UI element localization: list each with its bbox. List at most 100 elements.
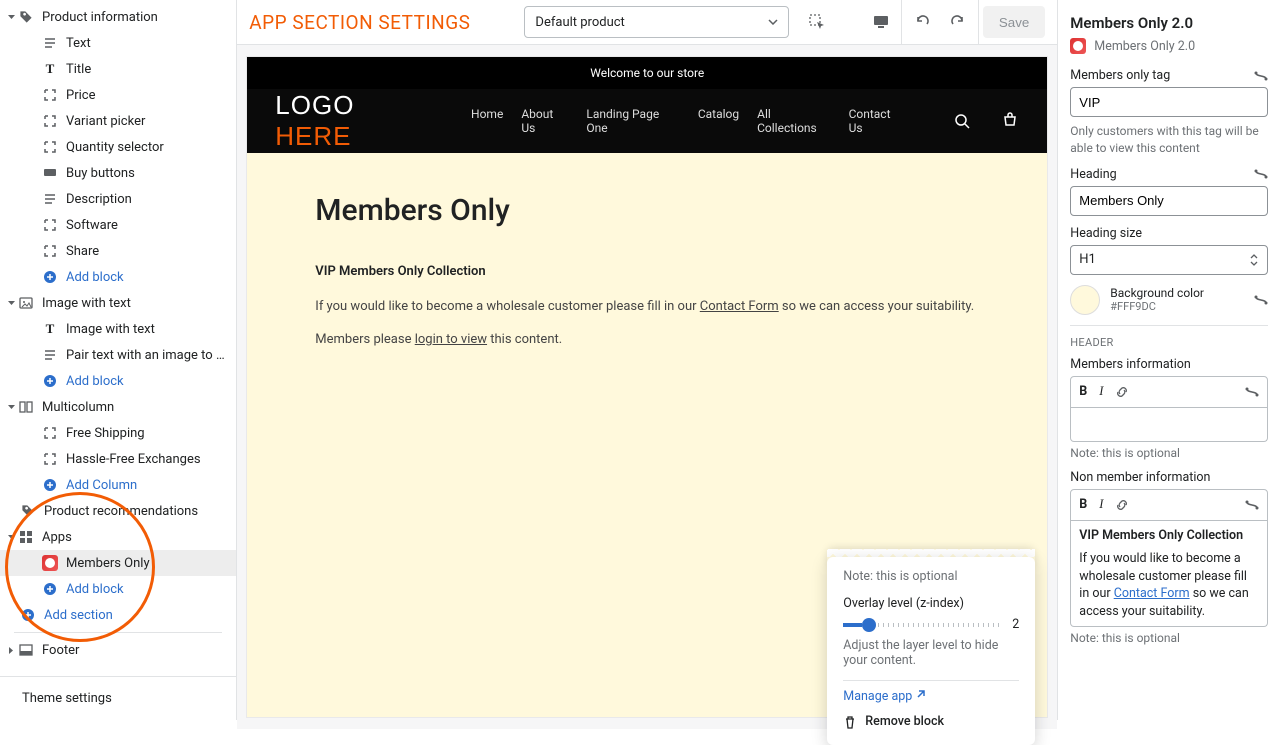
add-block-iwt[interactable]: Add block — [0, 368, 236, 394]
overlay-panel: Note: this is optional Overlay level (z-… — [827, 557, 1035, 745]
add-block-product[interactable]: Add block — [0, 264, 236, 290]
chevron-right-icon — [6, 645, 16, 655]
nav-link[interactable]: Home — [471, 107, 503, 135]
italic-button[interactable]: I — [1099, 384, 1103, 399]
right-panel: Members Only 2.0 Members Only 2.0 Member… — [1057, 0, 1280, 720]
title-icon: T — [42, 61, 58, 77]
nav-link[interactable]: Landing Page One — [586, 107, 679, 135]
tree-free-ship[interactable]: Free Shipping — [0, 420, 236, 446]
tree-desc[interactable]: Description — [0, 186, 236, 212]
chevron-down-icon — [6, 402, 16, 412]
desktop-icon[interactable] — [865, 6, 897, 38]
theme-settings[interactable]: Theme settings — [0, 676, 236, 720]
connect-icon[interactable] — [1254, 167, 1268, 181]
add-section[interactable]: Add section — [0, 602, 236, 628]
paragraph-2: Members please login to view this conten… — [315, 332, 979, 347]
plus-circle-icon — [42, 477, 58, 493]
nav-links: Home About Us Landing Page One Catalog A… — [471, 107, 905, 135]
members-info-label: Members information — [1070, 357, 1268, 372]
nonmember-editor[interactable]: VIP Members Only Collection If you would… — [1070, 521, 1268, 628]
topbar: APP SECTION SETTINGS Default product Sav… — [237, 0, 1057, 45]
manage-app-link[interactable]: Manage app — [843, 689, 1019, 704]
tree-image-with-text[interactable]: Image with text — [0, 290, 236, 316]
chevron-down-icon — [6, 12, 16, 22]
tree-buy[interactable]: Buy buttons — [0, 160, 236, 186]
contact-form-link[interactable]: Contact Form — [700, 299, 779, 314]
tag-input[interactable] — [1070, 87, 1268, 117]
block-icon — [42, 243, 58, 259]
cart-icon[interactable] — [1001, 112, 1019, 130]
nav-link[interactable]: All Collections — [757, 107, 830, 135]
nav-link[interactable]: Catalog — [698, 107, 739, 135]
tree-price[interactable]: Price — [0, 82, 236, 108]
text-icon — [42, 191, 58, 207]
product-select-label: Default product — [535, 15, 624, 30]
site-logo: LOGO HERE — [275, 90, 435, 152]
undo-icon[interactable] — [906, 6, 938, 38]
connect-icon[interactable] — [1254, 69, 1268, 83]
add-label: Add block — [66, 374, 124, 389]
announcement-bar: Welcome to our store — [247, 57, 1047, 89]
heading-size-select[interactable]: H1 — [1070, 245, 1268, 275]
tree-share[interactable]: Share — [0, 238, 236, 264]
overlay-slider[interactable] — [843, 623, 1002, 627]
app-icon — [1070, 38, 1086, 54]
tree-label: Variant picker — [66, 114, 145, 129]
add-label: Add Column — [66, 478, 137, 493]
search-icon[interactable] — [953, 112, 971, 130]
tree-product-information[interactable]: Product information — [0, 4, 236, 30]
tree-product-recs[interactable]: Product recommendations — [0, 498, 236, 524]
bold-button[interactable]: B — [1079, 497, 1087, 512]
block-icon — [42, 425, 58, 441]
tree-label: Buy buttons — [66, 166, 135, 181]
members-info-note: Note: this is optional — [1070, 446, 1268, 460]
link-button[interactable] — [1115, 498, 1129, 512]
hsize-label: Heading size — [1070, 226, 1142, 241]
tree-multicolumn[interactable]: Multicolumn — [0, 394, 236, 420]
members-info-editor[interactable] — [1070, 408, 1268, 442]
tree-software[interactable]: Software — [0, 212, 236, 238]
italic-button[interactable]: I — [1099, 497, 1103, 512]
nav-link[interactable]: Contact Us — [849, 107, 906, 135]
overlay-label: Overlay level (z-index) — [843, 596, 1019, 611]
connect-icon[interactable] — [1245, 498, 1259, 512]
tree-iwt-item[interactable]: TImage with text — [0, 316, 236, 342]
header-section-label: HEADER — [1070, 336, 1268, 349]
add-column[interactable]: Add Column — [0, 472, 236, 498]
tag-label: Members only tag — [1070, 68, 1170, 83]
plus-circle-icon — [20, 607, 36, 623]
nav-link[interactable]: About Us — [521, 107, 568, 135]
add-label: Add section — [44, 608, 113, 623]
overlay-value: 2 — [1012, 617, 1019, 632]
tree-title[interactable]: T Title — [0, 56, 236, 82]
connect-icon[interactable] — [1245, 385, 1259, 399]
link-button[interactable] — [1115, 385, 1129, 399]
bg-color-row[interactable]: Background color#FFF9DC — [1070, 285, 1268, 315]
block-icon — [42, 217, 58, 233]
remove-block-button[interactable]: Remove block — [843, 714, 1019, 729]
login-link[interactable]: login to view — [415, 332, 487, 347]
heading-input[interactable] — [1070, 186, 1268, 216]
product-select[interactable]: Default product — [524, 6, 789, 38]
tree-apps[interactable]: Apps — [0, 524, 236, 550]
connect-icon[interactable] — [1254, 293, 1268, 307]
tree-hassle[interactable]: Hassle-Free Exchanges — [0, 446, 236, 472]
tree-label: Title — [66, 62, 91, 77]
tree-iwt-pair[interactable]: Pair text with an image to focus ... — [0, 342, 236, 368]
bold-button[interactable]: B — [1079, 384, 1087, 399]
tree-variant[interactable]: Variant picker — [0, 108, 236, 134]
tree-members-only[interactable]: Members Only — [0, 550, 236, 576]
tree-qty[interactable]: Quantity selector — [0, 134, 236, 160]
inspector-icon[interactable] — [801, 6, 833, 38]
add-block-apps[interactable]: Add block — [0, 576, 236, 602]
tree-footer[interactable]: Footer — [0, 637, 236, 663]
contact-form-link[interactable]: Contact Form — [1114, 586, 1190, 601]
tree-label: Multicolumn — [42, 400, 114, 415]
plus-circle-icon — [42, 373, 58, 389]
tree-text[interactable]: Text — [0, 30, 236, 56]
nonmember-note: Note: this is optional — [1070, 631, 1268, 645]
save-button[interactable]: Save — [983, 6, 1045, 38]
redo-icon[interactable] — [942, 6, 974, 38]
rte-toolbar: B I — [1070, 376, 1268, 408]
overlay-help: Adjust the layer level to hide your cont… — [843, 638, 1019, 668]
